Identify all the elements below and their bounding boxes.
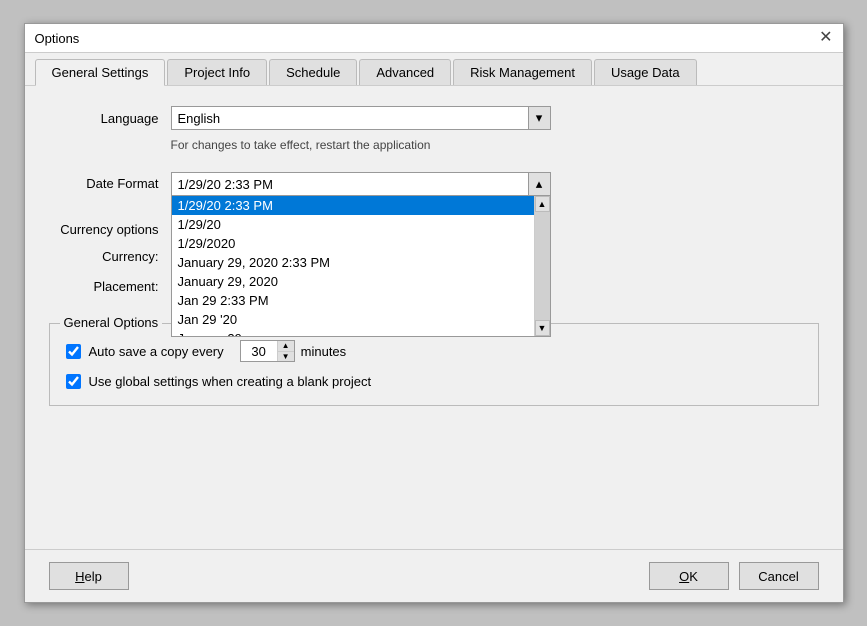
date-format-option-7[interactable]: January 29 <box>172 329 550 336</box>
auto-save-value[interactable]: 30 <box>241 344 277 359</box>
language-row: Language English ▾ <box>49 106 819 130</box>
language-label: Language <box>49 111 159 126</box>
language-dropdown-btn[interactable]: ▾ <box>528 107 550 129</box>
date-format-option-6[interactable]: Jan 29 '20 <box>172 310 550 329</box>
cancel-button[interactable]: Cancel <box>739 562 819 590</box>
date-format-label: Date Format <box>49 176 159 191</box>
global-settings-row: Use global settings when creating a blan… <box>66 374 802 389</box>
date-format-option-4[interactable]: January 29, 2020 <box>172 272 550 291</box>
language-section: Language English ▾ For changes to take e… <box>49 106 819 152</box>
general-options-title: General Options <box>60 315 163 330</box>
language-hint: For changes to take effect, restart the … <box>171 138 819 152</box>
spin-down-btn[interactable]: ▼ <box>278 352 294 362</box>
language-combo[interactable]: English ▾ <box>171 106 551 130</box>
ok-label: OK <box>679 569 698 584</box>
title-bar: Options ✕ <box>25 24 843 53</box>
ok-button[interactable]: OK <box>649 562 729 590</box>
chevron-up-icon: ▴ <box>536 176 543 192</box>
date-format-option-1[interactable]: 1/29/20 <box>172 215 550 234</box>
auto-save-spinbox-group: 30 ▲ ▼ minutes <box>240 340 347 362</box>
close-button[interactable]: ✕ <box>819 30 832 46</box>
tab-general-settings[interactable]: General Settings <box>35 59 166 86</box>
chevron-down-icon: ▾ <box>536 110 543 126</box>
cancel-label: Cancel <box>758 569 798 584</box>
date-format-option-5[interactable]: Jan 29 2:33 PM <box>172 291 550 310</box>
placement-label: Placement: <box>49 279 159 294</box>
spinbox-arrows: ▲ ▼ <box>277 341 294 361</box>
language-value: English <box>172 111 528 126</box>
date-format-list-inner: 1/29/20 2:33 PM 1/29/20 1/29/2020 Januar… <box>172 196 550 336</box>
date-format-row: Date Format 1/29/20 2:33 PM ▴ 1/29/20 2:… <box>49 172 819 196</box>
options-dialog: Options ✕ General Settings Project Info … <box>24 23 844 603</box>
dialog-footer: Help OK Cancel <box>25 549 843 602</box>
date-format-dropdown-btn[interactable]: ▴ <box>528 173 550 195</box>
general-options-content: Auto save a copy every 30 ▲ ▼ minutes <box>66 340 802 389</box>
date-format-list: 1/29/20 2:33 PM 1/29/20 1/29/2020 Januar… <box>171 196 551 337</box>
global-settings-label: Use global settings when creating a blan… <box>89 374 372 389</box>
auto-save-label: Auto save a copy every <box>89 344 224 359</box>
date-format-dropdown[interactable]: 1/29/20 2:33 PM ▴ 1/29/20 2:33 PM 1/29/2… <box>171 172 551 196</box>
date-format-header[interactable]: 1/29/20 2:33 PM ▴ <box>171 172 551 196</box>
currency-label: Currency: <box>49 249 159 264</box>
tab-schedule[interactable]: Schedule <box>269 59 357 85</box>
auto-save-row: Auto save a copy every 30 ▲ ▼ minutes <box>66 340 802 362</box>
dialog-title: Options <box>35 31 80 46</box>
help-button[interactable]: Help <box>49 562 129 590</box>
auto-save-checkbox[interactable] <box>66 344 81 359</box>
spin-up-btn[interactable]: ▲ <box>278 341 294 352</box>
date-format-value: 1/29/20 2:33 PM <box>172 177 528 192</box>
date-format-option-0[interactable]: 1/29/20 2:33 PM <box>172 196 550 215</box>
date-format-option-3[interactable]: January 29, 2020 2:33 PM <box>172 253 550 272</box>
date-format-scrollbar: ▲ ▼ <box>534 196 550 336</box>
help-label: Help <box>75 569 102 584</box>
scroll-track <box>535 212 550 320</box>
auto-save-spinbox[interactable]: 30 ▲ ▼ <box>240 340 295 362</box>
auto-save-units: minutes <box>301 344 347 359</box>
currency-options-label: Currency options <box>49 222 159 237</box>
scroll-up-btn[interactable]: ▲ <box>535 196 550 212</box>
tab-bar: General Settings Project Info Schedule A… <box>25 53 843 86</box>
date-format-option-2[interactable]: 1/29/2020 <box>172 234 550 253</box>
global-settings-checkbox[interactable] <box>66 374 81 389</box>
scroll-down-btn[interactable]: ▼ <box>535 320 550 336</box>
footer-right-buttons: OK Cancel <box>649 562 819 590</box>
tab-project-info[interactable]: Project Info <box>167 59 267 85</box>
tab-risk-management[interactable]: Risk Management <box>453 59 592 85</box>
tab-content: Language English ▾ For changes to take e… <box>25 86 843 549</box>
tab-usage-data[interactable]: Usage Data <box>594 59 697 85</box>
tab-advanced[interactable]: Advanced <box>359 59 451 85</box>
